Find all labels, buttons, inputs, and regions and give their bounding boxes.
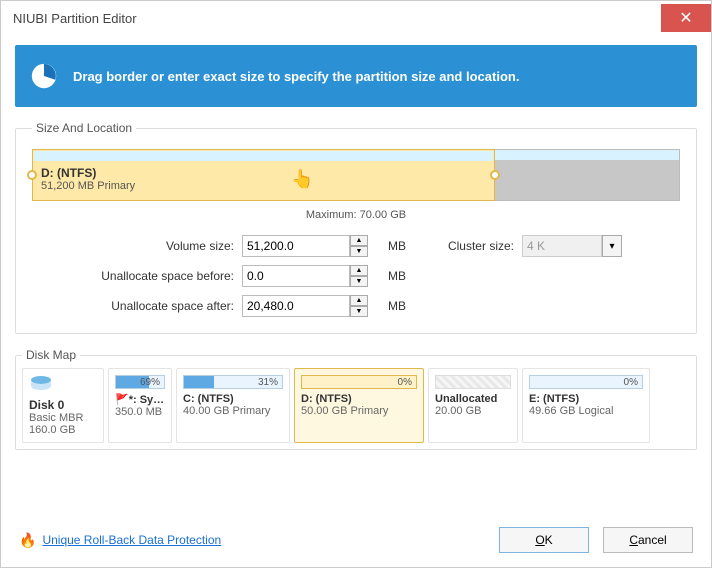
partition-item[interactable]: 31% C: (NTFS)40.00 GB Primary <box>176 368 290 443</box>
partition-sub: 51,200 MB Primary <box>41 180 486 192</box>
partition-name: C: (NTFS) <box>183 393 283 405</box>
unallocate-before-unit: MB <box>382 269 412 283</box>
usage-pct: 69% <box>140 376 160 390</box>
unallocate-after-label: Unallocate space after: <box>52 299 242 313</box>
partition-name: E: (NTFS) <box>529 393 643 405</box>
size-fields: Volume size: ▲ ▼ MB Cluster size: ▾ Unal… <box>52 235 680 317</box>
size-and-location-legend: Size And Location <box>32 121 136 135</box>
ok-button[interactable]: OK <box>499 527 589 553</box>
usage-pct: 0% <box>398 376 412 390</box>
flag-icon: 🚩 <box>115 394 129 406</box>
partition-name: D: (NTFS) <box>41 166 486 180</box>
partition-sub: 20.00 GB <box>435 405 511 417</box>
titlebar: NIUBI Partition Editor ✕ <box>1 1 711 35</box>
volume-size-label: Volume size: <box>52 239 242 253</box>
cancel-button[interactable]: Cancel <box>603 527 693 553</box>
size-and-location-group: Size And Location D: (NTFS) 51,200 MB Pr… <box>15 121 697 334</box>
disk-map-legend: Disk Map <box>22 348 80 362</box>
pie-icon <box>29 61 59 91</box>
partition-item[interactable]: 69% 🚩*: Sy…350.0 MB <box>108 368 172 443</box>
unallocate-after-input[interactable] <box>242 295 350 317</box>
partition-sub: 50.00 GB Primary <box>301 405 417 417</box>
maximum-label: Maximum: 70.00 GB <box>32 209 680 221</box>
footer: 🔥 Unique Roll-Back Data Protection OK Ca… <box>1 513 711 567</box>
resize-handle-right[interactable] <box>490 170 500 180</box>
partition-stripe <box>34 151 493 161</box>
partition-name: D: (NTFS) <box>301 393 417 405</box>
disk-summary[interactable]: Disk 0 Basic MBR 160.0 GB <box>22 368 104 443</box>
window: NIUBI Partition Editor ✕ Drag border or … <box>0 0 712 568</box>
close-icon: ✕ <box>679 8 692 28</box>
usage-bar: 0% <box>529 375 643 389</box>
usage-bar: 69% <box>115 375 165 389</box>
partition-sub: 40.00 GB Primary <box>183 405 283 417</box>
unallocate-before-down[interactable]: ▼ <box>350 276 368 287</box>
partition-item[interactable]: Unallocated20.00 GB <box>428 368 518 443</box>
usage-bar: 31% <box>183 375 283 389</box>
partition-sub: 350.0 MB <box>115 406 165 418</box>
resize-handle-left[interactable] <box>27 170 37 180</box>
info-banner: Drag border or enter exact size to speci… <box>15 45 697 107</box>
unallocate-before-input[interactable] <box>242 265 350 287</box>
close-button[interactable]: ✕ <box>661 4 711 32</box>
partition-name: 🚩*: Sy… <box>115 393 165 406</box>
unallocate-before-label: Unallocate space before: <box>52 269 242 283</box>
usage-pct: 31% <box>258 376 278 390</box>
disk-type: Basic MBR <box>29 412 97 424</box>
partition-list: 69% 🚩*: Sy…350.0 MB 31% C: (NTFS)40.00 GB P… <box>108 368 650 443</box>
usage-bar: 0% <box>301 375 417 389</box>
cluster-size-select[interactable] <box>522 235 602 257</box>
window-title: NIUBI Partition Editor <box>13 11 137 26</box>
volume-size-down[interactable]: ▼ <box>350 246 368 257</box>
disk-name: Disk 0 <box>29 398 97 412</box>
partition-block[interactable]: D: (NTFS) 51,200 MB Primary <box>32 149 495 201</box>
usage-bar <box>435 375 511 389</box>
unallocate-before-up[interactable]: ▲ <box>350 265 368 276</box>
banner-text: Drag border or enter exact size to speci… <box>73 69 519 84</box>
flame-icon: 🔥 <box>19 532 36 549</box>
disk-icon <box>29 375 53 393</box>
partition-item[interactable]: 0% E: (NTFS)49.66 GB Logical <box>522 368 650 443</box>
disk-map-group: Disk Map Disk 0 Basic MBR 160.0 GB 69% 🚩*… <box>15 348 697 450</box>
unallocate-after-down[interactable]: ▼ <box>350 306 368 317</box>
volume-size-unit: MB <box>382 239 412 253</box>
disk-size: 160.0 GB <box>29 424 97 436</box>
volume-size-up[interactable]: ▲ <box>350 235 368 246</box>
rollback-link[interactable]: Unique Roll-Back Data Protection <box>42 533 221 547</box>
unallocate-after-unit: MB <box>382 299 412 313</box>
partition-name: Unallocated <box>435 393 511 405</box>
disk-map-row: Disk 0 Basic MBR 160.0 GB 69% 🚩*: Sy…350.… <box>22 368 690 443</box>
cluster-size-dropdown[interactable]: ▾ <box>602 235 622 257</box>
content: Drag border or enter exact size to speci… <box>1 35 711 450</box>
cluster-size-label: Cluster size: <box>412 239 522 253</box>
partition-item[interactable]: 0% D: (NTFS)50.00 GB Primary <box>294 368 424 443</box>
unallocate-after-up[interactable]: ▲ <box>350 295 368 306</box>
resize-track[interactable]: D: (NTFS) 51,200 MB Primary 👆 <box>32 149 680 201</box>
partition-sub: 49.66 GB Logical <box>529 405 643 417</box>
usage-pct: 0% <box>624 376 638 390</box>
volume-size-input[interactable] <box>242 235 350 257</box>
